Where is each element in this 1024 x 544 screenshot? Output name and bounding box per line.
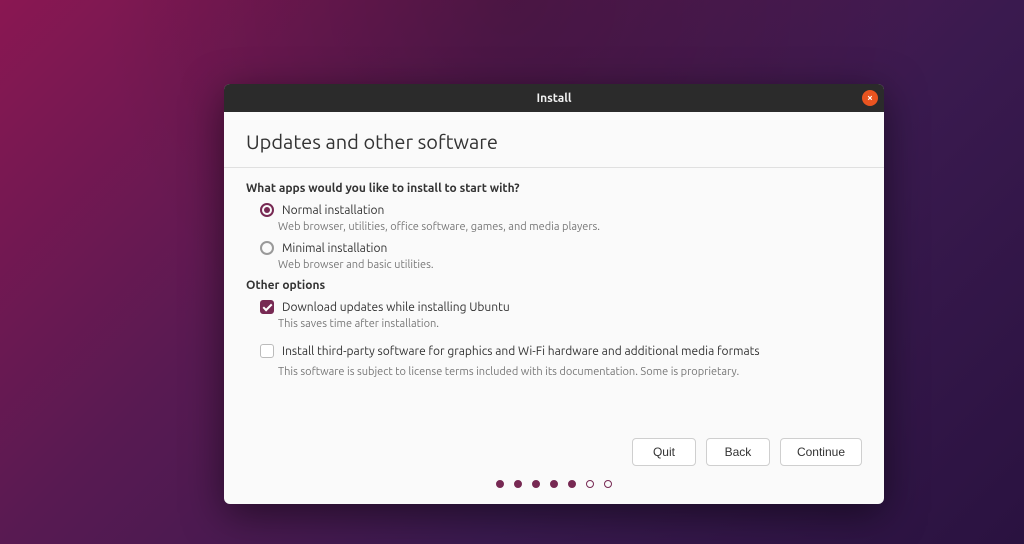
third-party-desc: This software is subject to license term… <box>246 366 862 378</box>
minimal-desc: Web browser and basic utilities. <box>246 259 862 271</box>
progress-dot <box>514 480 522 488</box>
progress-dots <box>246 480 862 504</box>
close-icon[interactable]: × <box>862 90 878 106</box>
progress-dot <box>586 480 594 488</box>
download-updates-desc: This saves time after installation. <box>246 318 862 330</box>
back-button[interactable]: Back <box>706 438 770 466</box>
radio-icon <box>260 203 274 217</box>
radio-minimal-installation[interactable]: Minimal installation <box>246 241 862 255</box>
checkbox-icon <box>260 344 274 358</box>
continue-button[interactable]: Continue <box>780 438 862 466</box>
checkbox-third-party[interactable]: Install third-party software for graphic… <box>246 344 862 358</box>
radio-label: Normal installation <box>282 204 384 217</box>
progress-dot <box>568 480 576 488</box>
dialog-buttons: Quit Back Continue <box>246 438 862 480</box>
progress-dot <box>604 480 612 488</box>
radio-label: Minimal installation <box>282 242 387 255</box>
checkbox-icon <box>260 300 274 314</box>
window-title: Install <box>536 92 571 105</box>
radio-icon <box>260 241 274 255</box>
normal-desc: Web browser, utilities, office software,… <box>246 221 862 233</box>
checkbox-label: Download updates while installing Ubuntu <box>282 301 510 314</box>
quit-button[interactable]: Quit <box>632 438 696 466</box>
progress-dot <box>532 480 540 488</box>
dialog-content: Updates and other software What apps wou… <box>224 112 884 504</box>
apps-question-label: What apps would you like to install to s… <box>246 182 862 195</box>
install-dialog: Install × Updates and other software Wha… <box>224 84 884 504</box>
radio-normal-installation[interactable]: Normal installation <box>246 203 862 217</box>
checkbox-download-updates[interactable]: Download updates while installing Ubuntu <box>246 300 862 314</box>
titlebar[interactable]: Install × <box>224 84 884 112</box>
progress-dot <box>496 480 504 488</box>
divider <box>224 167 884 168</box>
checkbox-label: Install third-party software for graphic… <box>282 345 760 358</box>
page-title: Updates and other software <box>246 130 862 153</box>
progress-dot <box>550 480 558 488</box>
other-options-label: Other options <box>246 279 862 292</box>
